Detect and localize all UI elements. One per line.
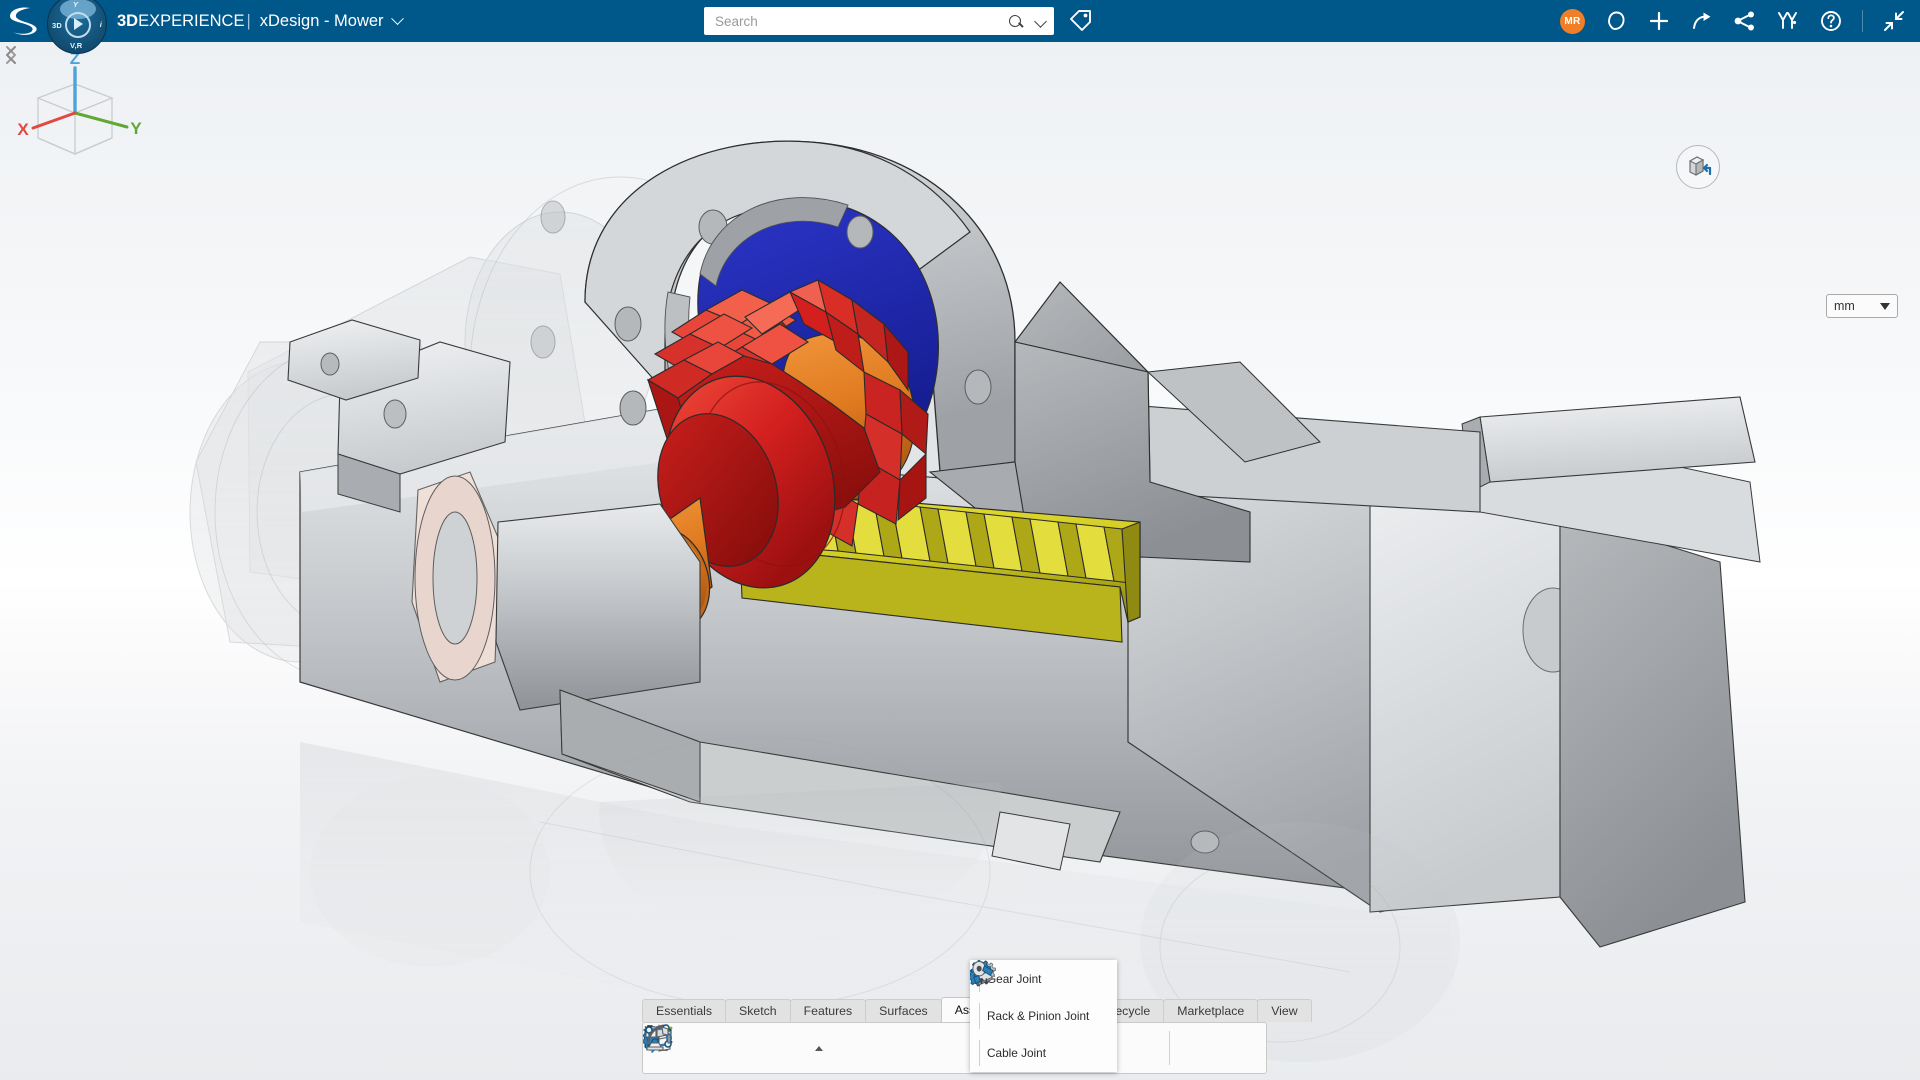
compass-label-y: Y — [73, 0, 78, 9]
menu-item-label: Rack & Pinion Joint — [987, 1009, 1089, 1023]
user-avatar[interactable]: MR — [1560, 9, 1585, 34]
simulate-mechanism-button[interactable] — [1219, 1027, 1257, 1069]
menu-item-divider — [979, 1003, 980, 1029]
replace-component-button[interactable] — [867, 1027, 905, 1069]
tab-surfaces[interactable]: Surfaces — [865, 999, 942, 1022]
tab-essentials[interactable]: Essentials — [642, 999, 726, 1022]
pattern-dropdown-button[interactable] — [812, 1028, 825, 1068]
3dswym-icon[interactable] — [1776, 9, 1800, 33]
tab-view[interactable]: View — [1257, 999, 1311, 1022]
dassault-systemes-logo[interactable] — [6, 5, 40, 37]
units-select[interactable]: mm — [1826, 294, 1898, 318]
cad-model-render — [0, 42, 1920, 1080]
menu-item-rack-pinion-joint[interactable]: Rack & Pinion Joint — [970, 997, 1117, 1034]
assembly-ribbon-toolbar — [642, 1022, 1267, 1074]
menu-item-cable-joint[interactable]: Cable Joint — [970, 1035, 1117, 1072]
insert-new-component-button[interactable] — [692, 1027, 730, 1069]
units-value: mm — [1834, 299, 1880, 313]
brand-3d: 3D — [117, 12, 138, 31]
share-arrow-icon[interactable] — [1690, 9, 1714, 33]
collapse-icon[interactable] — [1882, 9, 1906, 33]
units-chevron-down-icon — [1880, 303, 1890, 310]
insert-existing-component-button[interactable] — [732, 1027, 770, 1069]
compass-play-icon — [74, 18, 83, 30]
simulate-mechanism-icon — [643, 1023, 673, 1053]
compass-label-3d: 3D — [52, 21, 62, 30]
notifications-icon[interactable] — [1604, 9, 1628, 33]
brand-separator: | — [246, 12, 250, 31]
3d-viewport[interactable]: Z Y X mm Gear Joint — [0, 42, 1920, 1080]
top-app-bar: 3D i V,R Y 3D EXPERIENCE | xDesign - Mow… — [0, 0, 1920, 42]
mechanism-button[interactable] — [1179, 1027, 1217, 1069]
cable-joint-icon — [970, 960, 997, 987]
menu-item-label: Cable Joint — [987, 1046, 1046, 1060]
search-icon[interactable] — [1004, 7, 1028, 35]
tag-icon[interactable] — [1068, 8, 1094, 34]
tab-sketch[interactable]: Sketch — [725, 999, 791, 1022]
exploded-view-button[interactable] — [1122, 1027, 1160, 1069]
magnetic-snap-button[interactable] — [907, 1027, 945, 1069]
view-orientation-icon — [1677, 146, 1721, 190]
help-icon[interactable] — [1819, 9, 1843, 33]
axis-triad-widget[interactable]: Z Y X — [0, 42, 150, 172]
menu-item-divider — [979, 1040, 980, 1066]
view-orientation-button[interactable] — [1676, 145, 1720, 189]
compass-label-vr: V,R — [70, 41, 82, 50]
brand-experience: EXPERIENCE — [138, 12, 244, 31]
search-chevron-down-icon[interactable] — [1028, 7, 1054, 35]
add-icon[interactable] — [1647, 9, 1671, 33]
search-bar — [704, 7, 1054, 35]
mirror-component-button[interactable] — [827, 1027, 865, 1069]
header-divider — [1862, 10, 1863, 32]
document-menu-chevron-down-icon[interactable] — [391, 12, 404, 25]
axis-label-y: Y — [130, 119, 142, 138]
search-input[interactable] — [704, 8, 1004, 34]
tab-features[interactable]: Features — [790, 999, 867, 1022]
compass-label-i: i — [100, 20, 102, 29]
tab-marketplace[interactable]: Marketplace — [1163, 999, 1258, 1022]
brand-group: 3D EXPERIENCE | xDesign - Mower — [117, 0, 402, 42]
joint-type-menu[interactable]: Gear Joint Rack & Pinion Joint — [970, 960, 1117, 1072]
document-title[interactable]: xDesign - Mower — [260, 12, 384, 31]
collaborate-icon[interactable] — [1733, 9, 1757, 33]
pattern-component-button[interactable] — [772, 1027, 810, 1069]
header-actions: MR — [1560, 0, 1906, 42]
ribbon-divider — [1169, 1031, 1170, 1065]
axis-label-x: X — [17, 120, 29, 139]
